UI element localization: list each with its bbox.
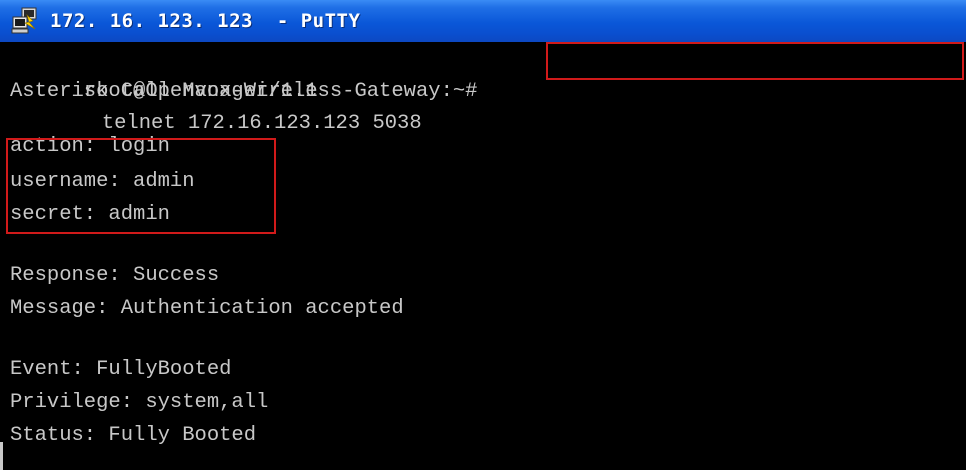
terminal-line-prompt: root@Openvox-Wireless-Gateway:~# telnet … [10,44,478,135]
terminal-line: Privilege: system,all [10,391,269,414]
terminal-line: Asterisk Call Manager/1.1 [10,80,318,103]
putty-window: 172. 16. 123. 123 - PuTTY root@Openvox-W… [0,0,966,470]
terminal-line: Message: Authentication accepted [10,297,404,320]
window-title: 172. 16. 123. 123 - PuTTY [50,10,361,32]
cursor-bar [0,442,3,470]
command-highlight-box [546,42,964,80]
login-highlight-box [6,138,276,234]
terminal-line: Event: FullyBooted [10,358,232,381]
terminal-area[interactable]: root@Openvox-Wireless-Gateway:~# telnet … [0,42,966,470]
terminal-line: Status: Fully Booted [10,424,257,447]
putty-icon [10,6,40,36]
terminal-line: Response: Success [10,264,220,287]
title-bar[interactable]: 172. 16. 123. 123 - PuTTY [0,0,966,42]
